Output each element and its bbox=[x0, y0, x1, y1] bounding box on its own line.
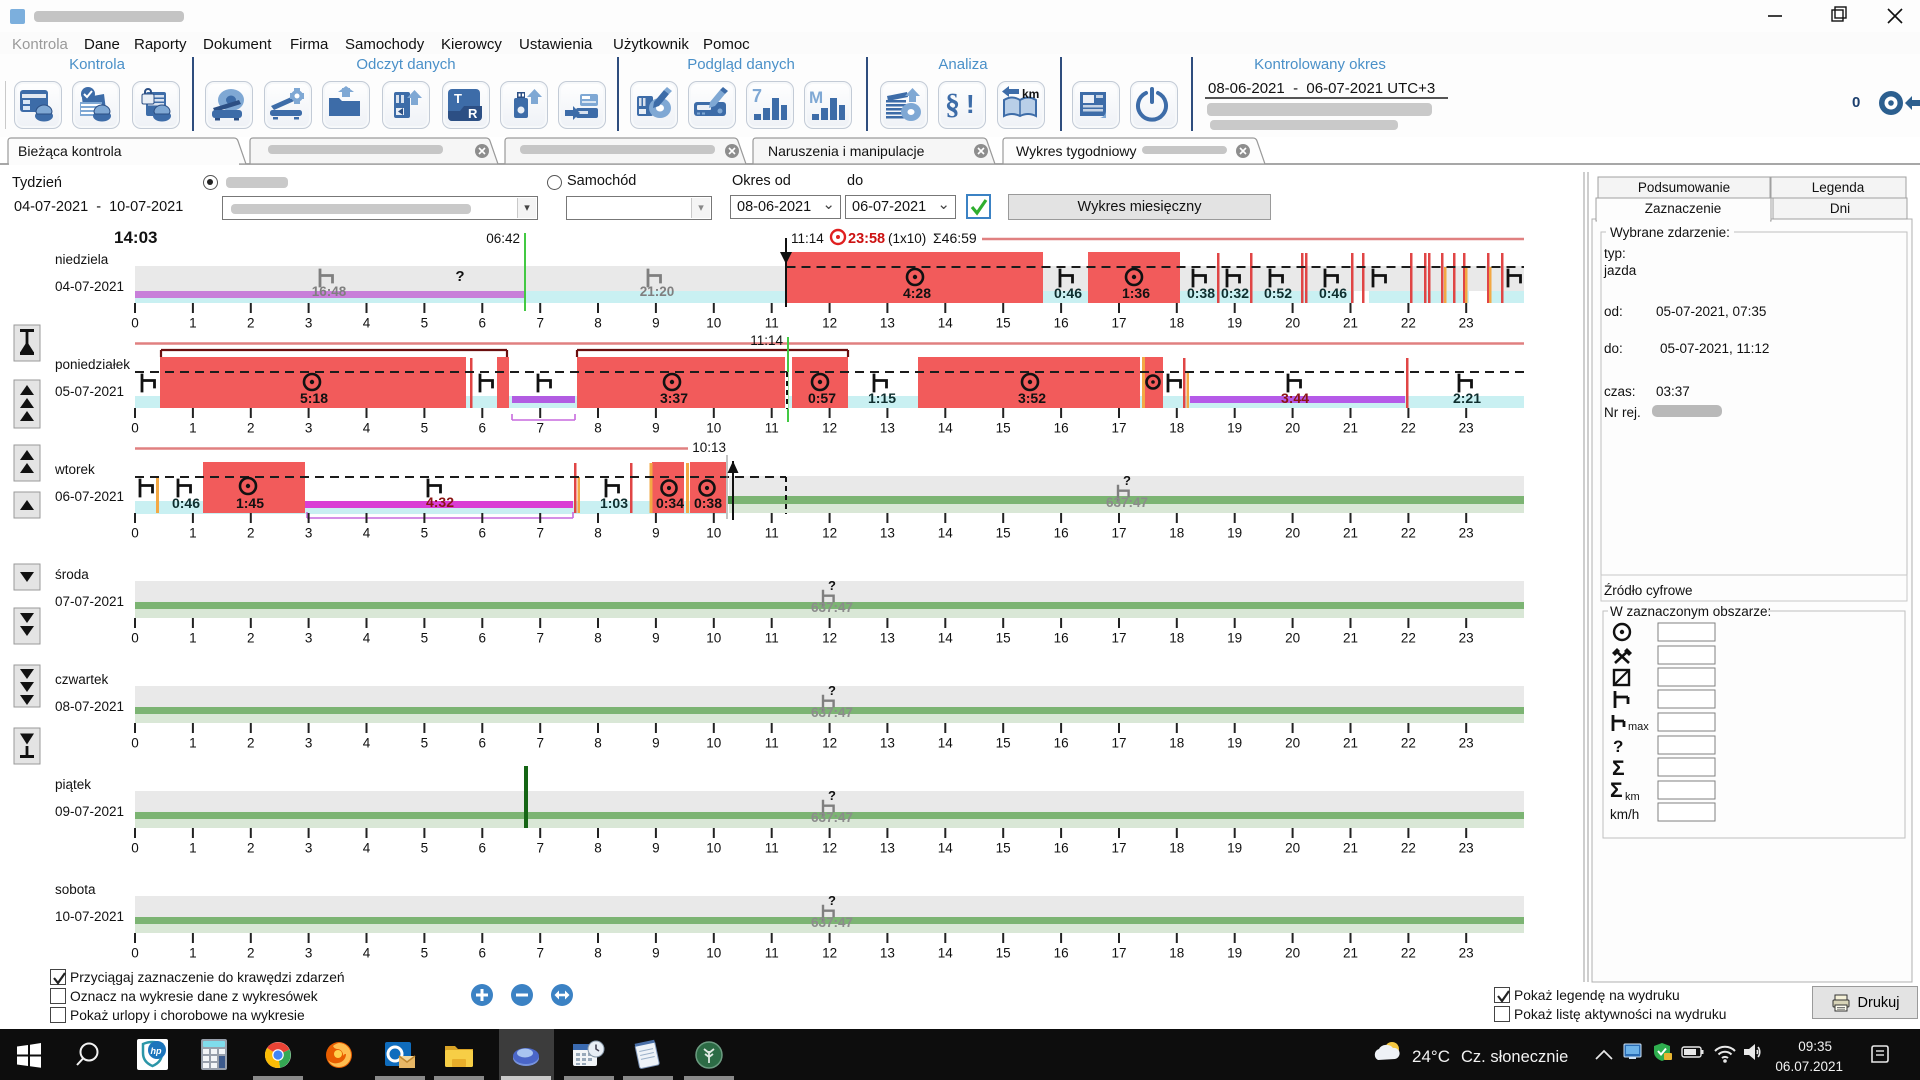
svg-text:hp: hp bbox=[151, 1046, 162, 1056]
svg-text:Cz. słonecznie: Cz. słonecznie bbox=[1461, 1048, 1568, 1066]
svg-text:24°C: 24°C bbox=[1412, 1047, 1450, 1066]
svg-text:09:35: 09:35 bbox=[1798, 1039, 1832, 1054]
svg-text:06.07.2021: 06.07.2021 bbox=[1775, 1059, 1843, 1074]
